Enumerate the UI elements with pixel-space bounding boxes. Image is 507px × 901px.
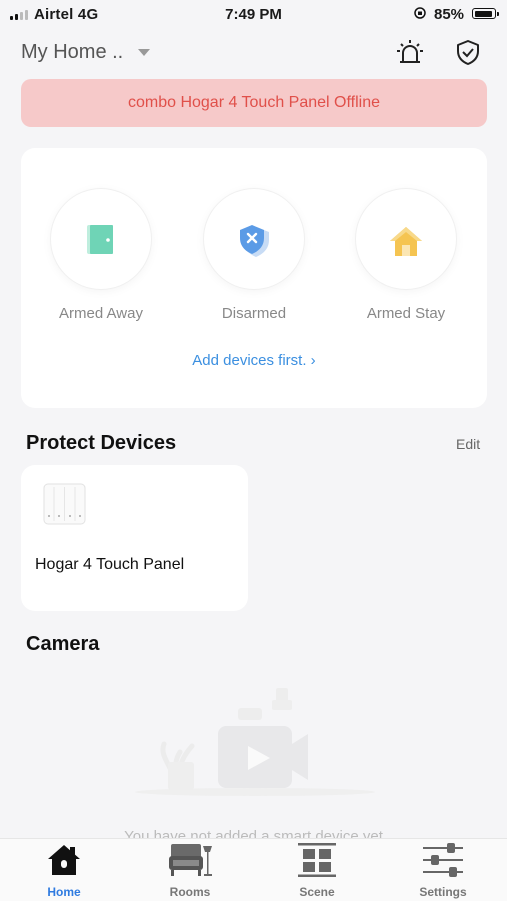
tab-rooms-label: Rooms — [169, 885, 211, 899]
armed-stay-label: Armed Stay — [366, 305, 446, 322]
tab-settings[interactable]: Settings — [393, 842, 493, 899]
shield-check-icon[interactable] — [454, 38, 482, 66]
camera-title: Camera — [26, 633, 100, 655]
tab-home[interactable]: Home — [14, 842, 114, 899]
clock: 7:49 PM — [225, 6, 282, 23]
tab-settings-label: Settings — [419, 885, 467, 899]
scene-grid-icon — [298, 843, 336, 877]
offline-banner-text: combo Hogar 4 Touch Panel Offline — [127, 94, 380, 111]
armed-away-label: Armed Away — [59, 305, 143, 322]
device-name: Hogar 4 Touch Panel — [35, 556, 185, 573]
battery-icon — [472, 8, 499, 19]
tab-scene-label: Scene — [299, 885, 335, 899]
home-selector[interactable]: My Home .. — [21, 41, 123, 64]
house-icon — [390, 227, 422, 256]
tab-rooms[interactable]: Rooms — [140, 842, 240, 899]
sliders-icon — [423, 843, 463, 877]
sofa-icon — [169, 844, 212, 876]
tab-home-label: Home — [47, 885, 81, 899]
protect-devices-title: Protect Devices — [26, 432, 177, 454]
add-devices-link[interactable]: Add devices first. › — [21, 352, 487, 369]
disarmed-label: Disarmed — [221, 305, 287, 322]
rotation-lock-icon — [414, 7, 426, 19]
shield-x-icon — [240, 225, 269, 257]
edit-button[interactable]: Edit — [456, 436, 480, 452]
home-icon — [48, 845, 80, 875]
tab-scene[interactable]: Scene — [267, 842, 367, 899]
touch-panel-icon — [43, 483, 86, 525]
empty-camera-illustration — [135, 688, 375, 796]
chevron-down-icon[interactable] — [138, 49, 150, 56]
alarm-light-icon[interactable] — [396, 38, 424, 66]
battery-percent: 85% — [434, 6, 465, 23]
door-icon — [87, 225, 113, 254]
status-bar: Airtel 4G 7:49 PM 85% — [0, 0, 507, 30]
